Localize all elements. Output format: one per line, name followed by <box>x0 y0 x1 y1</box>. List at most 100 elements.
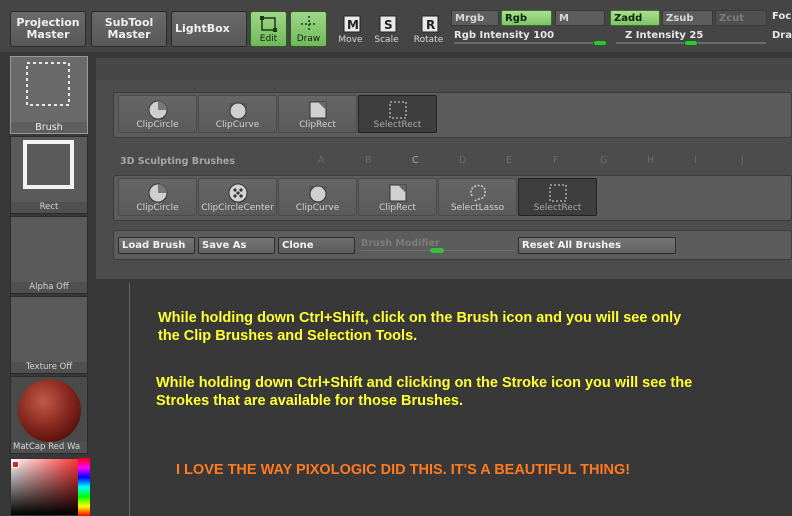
color-picker[interactable] <box>10 458 88 516</box>
clip-brush-clipcurve[interactable]: ClipCurve <box>198 95 277 133</box>
clipcurve-icon <box>227 99 249 121</box>
note-brush-line2: the Clip Brushes and Selection Tools. <box>158 328 418 344</box>
sculpt-section-title: 3D Sculpting Brushes <box>120 156 235 167</box>
rotate-icon: R <box>421 15 438 33</box>
sculpt-brush-clipcircle[interactable]: ClipCircle <box>118 178 197 216</box>
note-pixologic: I LOVE THE WAY PIXOLOGIC DID THIS. IT'S … <box>176 462 631 478</box>
alpha-selector[interactable]: Alpha Off <box>10 216 88 294</box>
top-toolbar: Projection Master SubTool Master LightBo… <box>0 0 792 52</box>
rgb-intensity-track[interactable] <box>454 42 607 44</box>
zadd-button[interactable]: Zadd <box>610 10 660 26</box>
sculpt-brush-clipcirclecenter[interactable]: ClipCircleCenter <box>198 178 277 216</box>
rect-stroke-icon <box>23 140 74 189</box>
move-icon: M <box>343 15 360 33</box>
sculpt-brush-clipcurve[interactable]: ClipCurve <box>278 178 357 216</box>
letter-index-c[interactable]: C <box>412 155 419 166</box>
clipcirclecenter-icon <box>227 182 249 204</box>
draw-button[interactable]: Draw <box>290 11 327 47</box>
svg-text:S: S <box>384 18 393 32</box>
draw-icon <box>300 16 317 32</box>
clipcircle-icon <box>147 182 169 204</box>
brush-label: ClipCircleCenter <box>201 203 274 213</box>
reset-all-brushes-button[interactable]: Reset All Brushes <box>518 237 676 254</box>
load-brush-button[interactable]: Load Brush <box>118 237 195 254</box>
palette-header <box>96 58 792 80</box>
sculpt-brush-selectrect[interactable]: SelectRect <box>518 178 597 216</box>
color-swatch[interactable] <box>12 461 19 468</box>
letter-index-e[interactable]: E <box>506 155 512 166</box>
rotate-button[interactable]: R Rotate <box>410 11 447 47</box>
scale-button[interactable]: S Scale <box>368 11 405 47</box>
subtool-master-button[interactable]: SubTool Master <box>91 11 167 47</box>
texture-label: Texture Off <box>11 362 87 373</box>
brush-label: SelectLasso <box>450 203 505 213</box>
move-label: Move <box>338 35 363 45</box>
clone-button[interactable]: Clone <box>278 237 355 254</box>
brush-label: SelectRect <box>533 203 582 213</box>
letter-index-h[interactable]: H <box>647 155 654 166</box>
edit-button[interactable]: Edit <box>250 11 287 47</box>
svg-text:R: R <box>426 18 435 32</box>
alpha-label: Alpha Off <box>11 282 87 293</box>
clipcircle-icon <box>147 99 169 121</box>
rgb-intensity-label: Rgb Intensity <box>454 30 530 41</box>
sculpt-brush-strip: ClipCircle ClipCircleCenter ClipCurve ClipR… <box>113 175 792 221</box>
focal-shift-label[interactable]: Foc <box>772 11 791 22</box>
z-intensity-label: Z Intensity <box>625 30 686 41</box>
mrgb-button[interactable]: Mrgb <box>451 10 499 26</box>
brush-modifier-slider[interactable]: Brush Modifier <box>361 238 440 249</box>
canvas-edge <box>129 283 130 516</box>
scale-icon: S <box>379 15 396 33</box>
letter-index-a[interactable]: A <box>318 155 325 166</box>
material-selector[interactable]: MatCap Red Wa <box>10 376 88 454</box>
matcap-sphere <box>18 379 81 442</box>
edit-label: Edit <box>259 34 278 44</box>
letter-index-f[interactable]: F <box>553 155 558 166</box>
selectrect-icon <box>547 182 569 204</box>
brush-label: ClipRect <box>299 120 336 130</box>
rgb-intensity-knob[interactable] <box>593 40 607 46</box>
note-brush-line1: While holding down Ctrl+Shift, click on … <box>158 310 682 326</box>
brush-label: Brush <box>11 122 87 133</box>
save-as-button[interactable]: Save As <box>198 237 275 254</box>
texture-selector[interactable]: Texture Off <box>10 296 88 374</box>
note-stroke-line2: Strokes that are available for those Bru… <box>156 393 464 409</box>
cliprect-icon <box>387 182 409 204</box>
letter-index-i[interactable]: I <box>694 155 697 166</box>
brush-label: ClipRect <box>379 203 416 213</box>
z-intensity-knob[interactable] <box>683 40 698 46</box>
brush-label: ClipCurve <box>295 203 340 213</box>
draw-label: Draw <box>296 34 321 44</box>
projection-master-button[interactable]: Projection Master <box>10 11 86 47</box>
clip-brush-clipcircle[interactable]: ClipCircle <box>118 95 197 133</box>
zsub-button[interactable]: Zsub <box>662 10 713 26</box>
hue-bar[interactable] <box>78 458 90 516</box>
rgb-intensity-slider[interactable]: Rgb Intensity 100 <box>454 30 554 41</box>
brush-selector[interactable]: Brush <box>10 56 88 134</box>
clip-brush-strip: ClipCircle ClipCurve ClipRect SelectRect <box>113 92 792 138</box>
clip-brush-cliprect[interactable]: ClipRect <box>278 95 357 133</box>
rgb-button[interactable]: Rgb <box>501 10 552 26</box>
letter-index-d[interactable]: D <box>459 155 466 166</box>
zcut-button[interactable]: Zcut <box>715 10 767 26</box>
draw-size-label[interactable]: Dra <box>772 30 792 41</box>
brush-rect-icon <box>26 62 70 106</box>
stroke-selector[interactable]: Rect <box>10 136 88 214</box>
m-button[interactable]: M <box>555 10 605 26</box>
note-stroke-instructions: While holding down Ctrl+Shift and clicki… <box>156 374 692 410</box>
lightbox-button[interactable]: LightBox <box>171 11 247 47</box>
letter-index-g[interactable]: G <box>600 155 607 166</box>
clipcurve-icon <box>307 182 329 204</box>
letter-index-b[interactable]: B <box>365 155 372 166</box>
note-stroke-line1: While holding down Ctrl+Shift and clicki… <box>156 375 693 391</box>
material-label: MatCap Red Wa <box>11 442 87 453</box>
sculpt-brush-cliprect[interactable]: ClipRect <box>358 178 437 216</box>
stroke-label: Rect <box>11 202 87 213</box>
brush-label: ClipCurve <box>215 120 260 130</box>
selectlasso-icon <box>467 182 489 204</box>
brush-modifier-knob[interactable] <box>430 248 444 253</box>
move-button[interactable]: M Move <box>332 11 369 47</box>
letter-index-j[interactable]: J <box>741 155 744 166</box>
sculpt-brush-selectlasso[interactable]: SelectLasso <box>438 178 517 216</box>
clip-brush-selectrect[interactable]: SelectRect <box>358 95 437 133</box>
